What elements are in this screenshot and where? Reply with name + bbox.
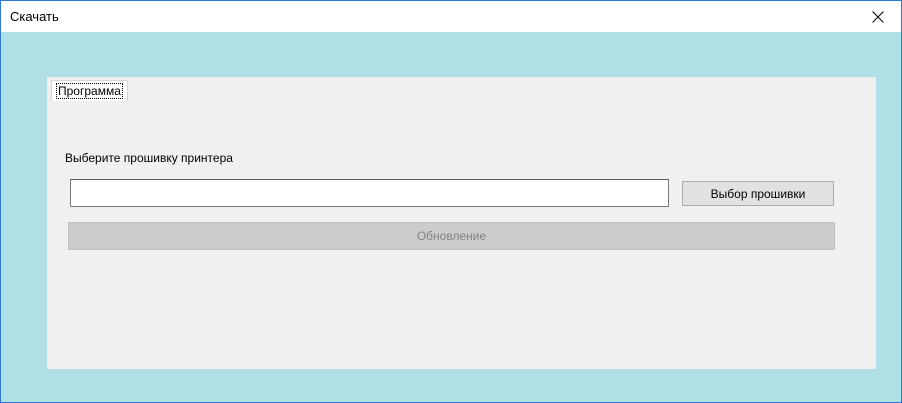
title-bar: Скачать	[1, 1, 901, 32]
window-title: Скачать	[10, 9, 59, 24]
update-button: Обновление	[68, 222, 835, 250]
tab-panel: Программа Выберите прошивку принтера Выб…	[47, 77, 876, 369]
select-firmware-button[interactable]: Выбор прошивки	[682, 181, 834, 206]
tab-program-label: Программа	[56, 83, 123, 99]
tab-program[interactable]: Программа	[51, 80, 128, 101]
close-button[interactable]	[855, 1, 901, 32]
firmware-prompt-label: Выберите прошивку принтера	[65, 151, 233, 165]
download-dialog: Скачать Программа Выберите прошивку прин…	[0, 0, 902, 403]
firmware-path-input[interactable]	[70, 179, 669, 207]
close-icon	[872, 10, 884, 23]
